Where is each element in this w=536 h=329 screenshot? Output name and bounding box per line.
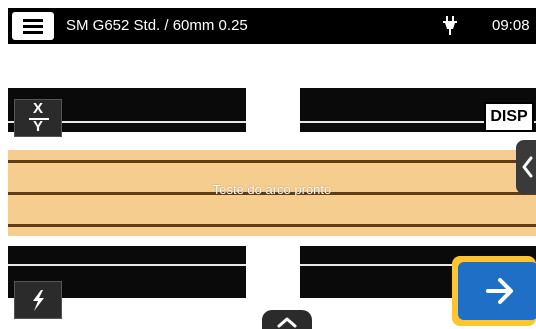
menu-button[interactable] — [12, 12, 54, 40]
plug-icon — [443, 16, 457, 35]
xy-label-x: X — [32, 100, 43, 117]
disp-button[interactable]: DISP — [484, 102, 534, 132]
next-button-highlight — [452, 256, 536, 326]
bottom-panel-tab[interactable] — [262, 310, 312, 329]
lightning-icon — [33, 290, 44, 311]
overlay-line-bottom — [8, 224, 536, 227]
status-message: Teste do arco pronto — [212, 182, 332, 197]
profile-title: SM G652 Std. / 60mm 0.25 — [66, 17, 248, 34]
xy-label-y: Y — [32, 118, 43, 135]
arrow-right-icon — [486, 278, 513, 304]
chevron-up-icon — [277, 317, 297, 328]
lower-left-fiber-core — [8, 264, 246, 266]
overlay-line-top — [8, 160, 536, 163]
arc-button[interactable] — [14, 281, 62, 319]
side-panel-tab[interactable] — [516, 140, 536, 194]
clock: 09:08 — [492, 17, 530, 34]
fiber-viewport: Teste do arco pronto X Y DISP — [8, 44, 536, 329]
chevron-left-icon — [522, 156, 533, 178]
splicer-screen: SM G652 Std. / 60mm 0.25 09:08 Teste do … — [8, 8, 536, 329]
xy-view-button[interactable]: X Y — [14, 99, 62, 137]
next-button[interactable] — [458, 262, 536, 320]
status-bar: SM G652 Std. / 60mm 0.25 09:08 — [8, 8, 536, 44]
